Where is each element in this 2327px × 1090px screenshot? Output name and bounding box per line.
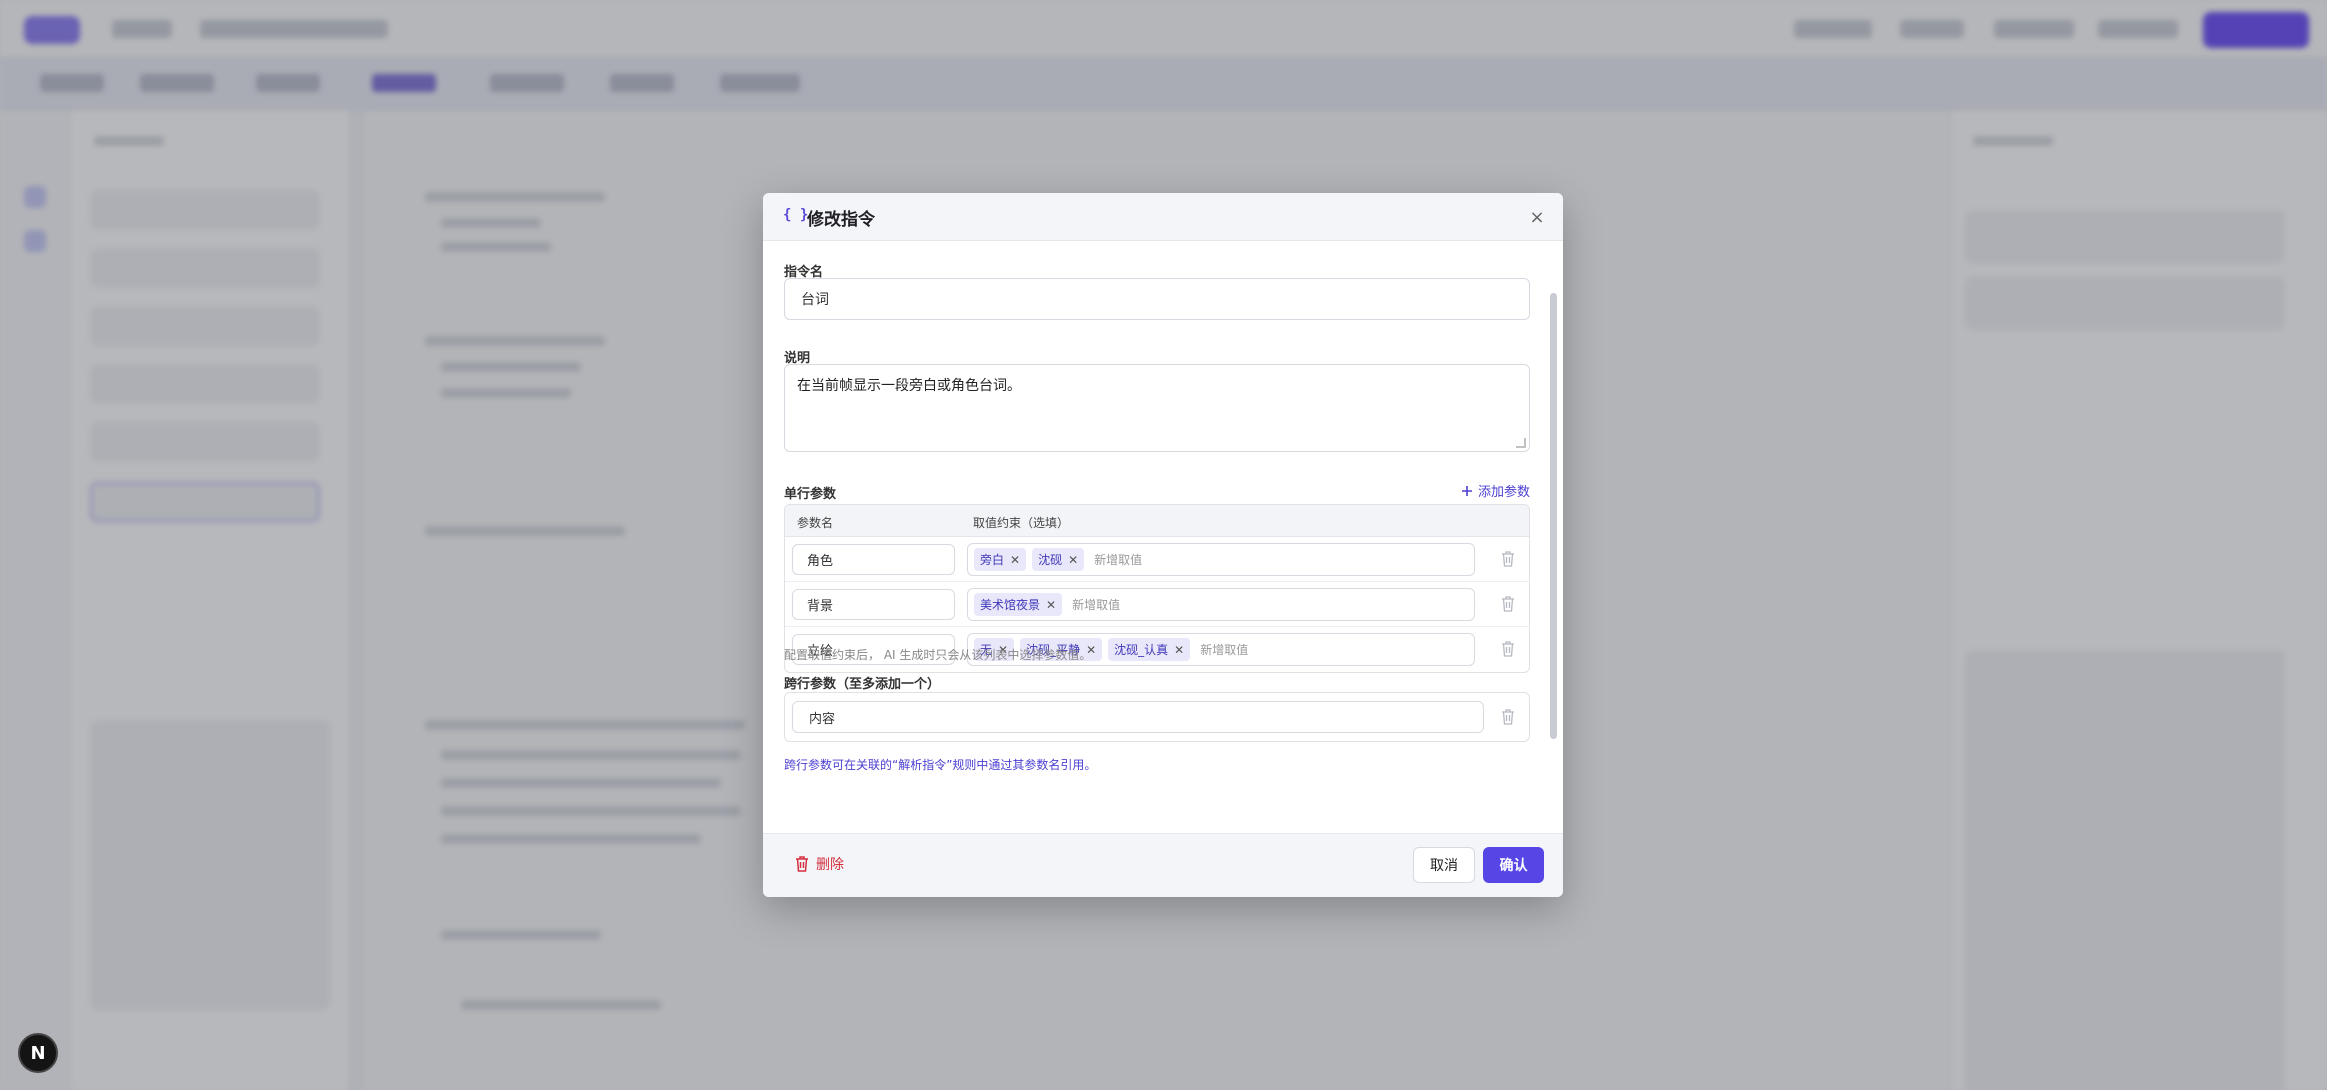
dialog-header: { } 修改指令 ×	[763, 193, 1563, 241]
trash-icon[interactable]	[1501, 709, 1515, 725]
resize-grip-icon[interactable]	[1516, 438, 1526, 448]
close-icon[interactable]: ×	[1525, 205, 1549, 229]
param-values-input[interactable]: 旁白 ✕ 沈砚 ✕ 新增取值	[967, 543, 1475, 576]
x-icon[interactable]: ✕	[1046, 598, 1056, 612]
confirm-button[interactable]: 确认	[1483, 847, 1544, 883]
multi-params-label: 跨行参数（至多添加一个）	[784, 677, 941, 692]
chip-label: 旁白	[980, 553, 1005, 567]
value-chip: 沈砚 ✕	[1032, 548, 1085, 571]
chip-label: 沈砚_认真	[1114, 643, 1169, 657]
value-chip: 美术馆夜景 ✕	[974, 593, 1063, 616]
trash-icon[interactable]	[1501, 551, 1515, 567]
table-row: 背景 美术馆夜景 ✕ 新增取值	[785, 582, 1529, 627]
x-icon[interactable]: ✕	[1068, 553, 1078, 567]
value-chip: 旁白 ✕	[974, 548, 1027, 571]
param-name-input[interactable]: 角色	[792, 544, 955, 575]
description-textarea[interactable]: 在当前帧显示一段旁白或角色台词。	[784, 364, 1530, 452]
chip-label: 美术馆夜景	[980, 598, 1041, 612]
new-value-placeholder[interactable]: 新增取值	[1072, 596, 1120, 613]
multi-params-hint: 跨行参数可在关联的“解析指令”规则中通过其参数名引用。	[784, 758, 1097, 772]
trash-icon[interactable]	[1501, 596, 1515, 612]
table-row: 角色 旁白 ✕ 沈砚 ✕ 新增取值	[785, 537, 1529, 582]
dialog-footer: 删除 取消 确认	[763, 833, 1563, 897]
description-text: 在当前帧显示一段旁白或角色台词。	[797, 378, 1021, 394]
trash-icon	[796, 856, 808, 872]
dev-indicator-button[interactable]: N	[18, 1033, 58, 1073]
single-params-label: 单行参数	[784, 487, 837, 502]
add-param-label: 添加参数	[1477, 485, 1530, 500]
delete-button[interactable]: 删除	[795, 854, 844, 874]
value-chip: 沈砚_认真 ✕	[1108, 638, 1191, 661]
dialog-title: 修改指令	[807, 210, 875, 230]
x-icon[interactable]: ✕	[1174, 643, 1184, 657]
braces-icon: { }	[783, 207, 809, 223]
cancel-button[interactable]: 取消	[1413, 847, 1475, 883]
new-value-placeholder[interactable]: 新增取值	[1094, 551, 1142, 568]
dialog-body[interactable]: 指令名 台词 说明 在当前帧显示一段旁白或角色台词。 单行参数 添加参数 参数名…	[763, 241, 1563, 833]
add-param-button[interactable]: 添加参数	[1461, 481, 1530, 500]
header-param-name: 参数名	[797, 516, 834, 530]
delete-label: 删除	[816, 857, 844, 873]
multi-param-row: 内容	[784, 692, 1530, 742]
table-header: 参数名 取值约束（选填）	[785, 505, 1529, 537]
param-name-input[interactable]: 背景	[792, 589, 955, 620]
new-value-placeholder[interactable]: 新增取值	[1200, 641, 1248, 658]
multi-param-input[interactable]: 内容	[792, 701, 1484, 733]
single-params-hint: 配置取值约束后， AI 生成时只会从该列表中选择参数值。	[784, 648, 1092, 662]
header-param-values: 取值约束（选填）	[973, 516, 1070, 530]
edit-command-dialog: { } 修改指令 × 指令名 台词 说明 在当前帧显示一段旁白或角色台词。 单行…	[763, 193, 1563, 897]
command-name-input[interactable]: 台词	[784, 278, 1530, 320]
trash-icon[interactable]	[1501, 641, 1515, 657]
plus-icon	[1461, 485, 1472, 496]
chip-label: 沈砚	[1038, 553, 1063, 567]
param-values-input[interactable]: 美术馆夜景 ✕ 新增取值	[967, 588, 1475, 621]
x-icon[interactable]: ✕	[1010, 553, 1020, 567]
dialog-scrollbar[interactable]	[1550, 293, 1557, 739]
